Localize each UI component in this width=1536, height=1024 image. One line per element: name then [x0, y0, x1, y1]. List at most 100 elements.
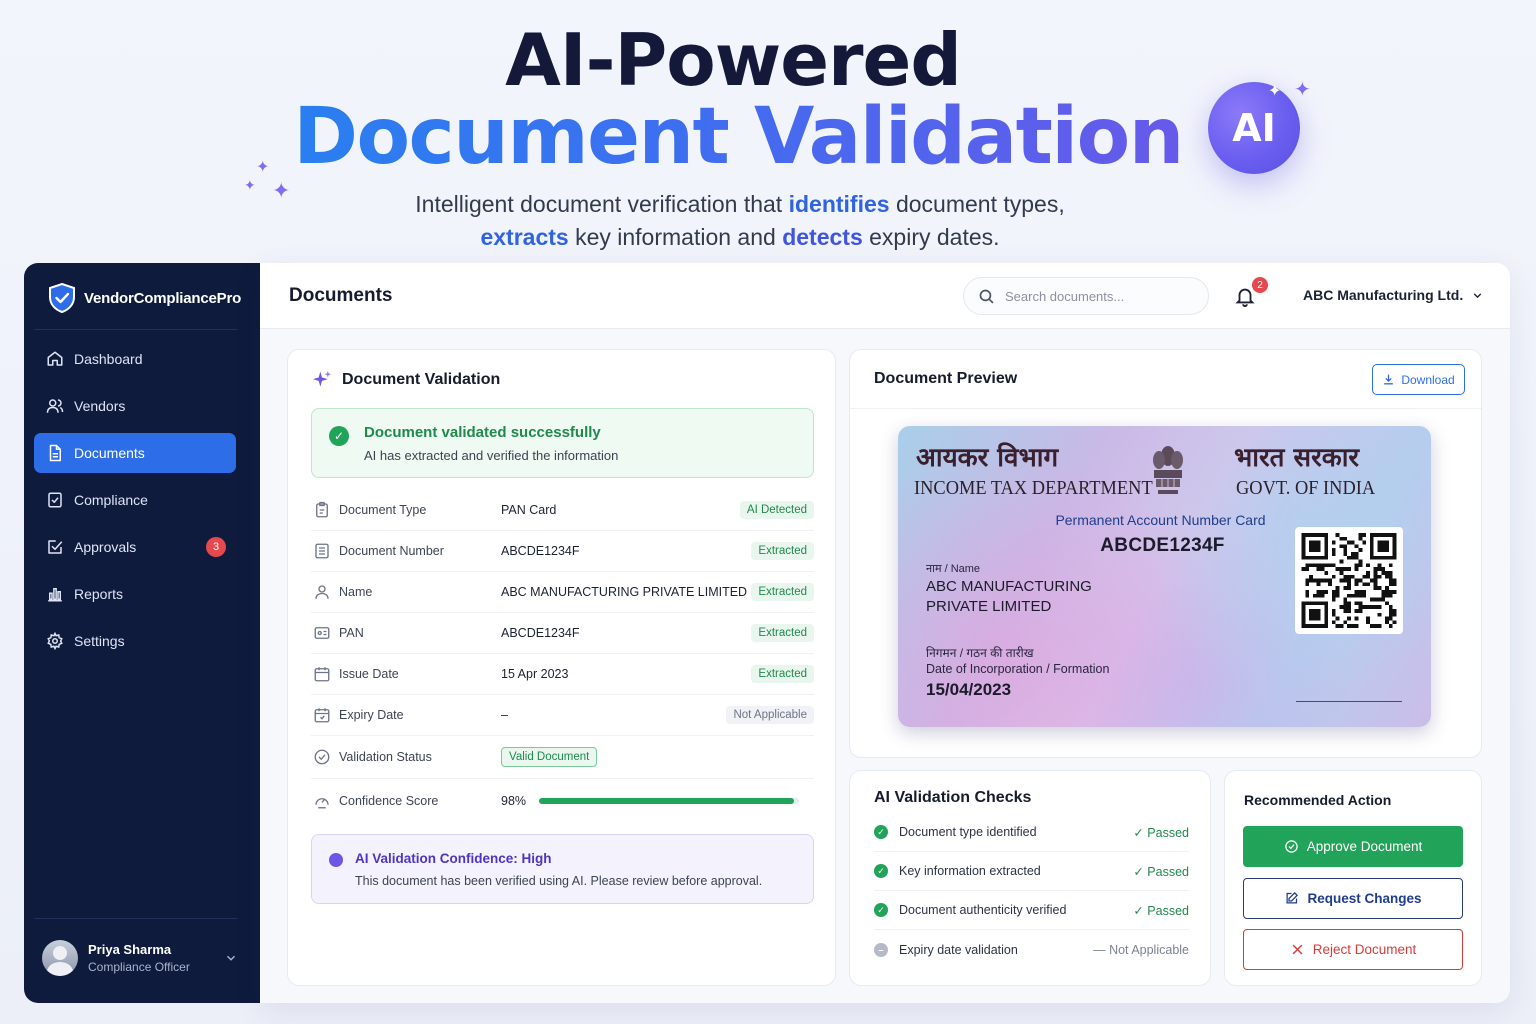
- list-icon: [315, 543, 329, 559]
- pan-dept-hindi: आयकर विभाग: [916, 443, 1059, 473]
- sidebar-item-approvals[interactable]: Approvals 3: [34, 527, 236, 567]
- sidebar-item-settings[interactable]: Settings: [34, 621, 236, 661]
- approvals-icon: [48, 540, 63, 554]
- card-title: Document Preview: [874, 370, 1018, 387]
- extracted-tag: Extracted: [751, 542, 814, 560]
- field-label: Document Type: [339, 503, 427, 517]
- check-label: Document authenticity verified: [899, 903, 1067, 917]
- user-role: Compliance Officer: [88, 960, 190, 974]
- sparkle-icon: ✦: [1268, 83, 1282, 100]
- sidebar-item-dashboard[interactable]: Dashboard: [34, 339, 236, 379]
- success-alert: ✓ Document validated successfully AI has…: [311, 408, 814, 478]
- hero-banner: AI-Powered Document Validation Intellige…: [0, 0, 1536, 262]
- extracted-tag: Extracted: [751, 583, 814, 601]
- sidebar-item-label: Dashboard: [74, 351, 143, 367]
- sidebar-item-vendors[interactable]: Vendors: [34, 386, 236, 426]
- hero-highlight: identifies: [788, 191, 890, 217]
- checks-list: ✓ Document type identified ✓ Passed ✓ Ke…: [874, 813, 1189, 969]
- field-label: Issue Date: [339, 667, 399, 681]
- pan-card-subtitle: Permanent Account Number Card: [1055, 512, 1266, 528]
- organization-switcher[interactable]: ABC Manufacturing Ltd.: [1303, 287, 1484, 303]
- ai-confidence-note: AI Validation Confidence: High This docu…: [311, 834, 814, 904]
- hero-highlight: detects: [782, 224, 863, 250]
- compliance-icon: [48, 492, 62, 508]
- list-item: ✓ Document authenticity verified ✓ Passe…: [874, 891, 1189, 930]
- ai-note-title: AI Validation Confidence: High: [355, 851, 552, 866]
- sidebar-item-label: Compliance: [74, 492, 148, 508]
- success-message: AI has extracted and verified the inform…: [364, 448, 619, 463]
- organization-name: ABC Manufacturing Ltd.: [1303, 287, 1464, 303]
- hero-sub-text: key information and: [568, 224, 783, 250]
- check-label: Document type identified: [899, 825, 1037, 839]
- minus-circle-icon: –: [874, 942, 888, 957]
- check-status: ✓ Passed: [1133, 903, 1189, 918]
- sidebar-item-label: Documents: [74, 445, 145, 461]
- field-label: Name: [339, 585, 373, 599]
- field-value: PAN Card: [501, 503, 557, 517]
- chevron-down-icon: [1473, 292, 1482, 298]
- field-row-issue-date: Issue Date 15 Apr 2023 Extracted: [311, 654, 814, 695]
- download-label: Download: [1401, 372, 1455, 387]
- extracted-fields-list: Document Type PAN Card AI Detected Docum…: [311, 490, 814, 822]
- brand[interactable]: VendorCompliancePro: [48, 283, 241, 313]
- field-row-confidence: Confidence Score 98%: [311, 779, 814, 822]
- hero-highlight: extracts: [480, 224, 569, 250]
- home-icon: [47, 351, 63, 366]
- sparkle-icon: [312, 370, 332, 387]
- pan-name-label: नाम / Name: [926, 563, 981, 575]
- card-header: Document Validation: [312, 370, 500, 390]
- hero-sub-text: Intelligent document verification that: [415, 191, 789, 217]
- reject-document-button[interactable]: Reject Document: [1243, 929, 1463, 970]
- document-validation-card: Document Validation ✓ Document validated…: [287, 349, 836, 986]
- sidebar-item-documents[interactable]: Documents: [34, 433, 236, 473]
- document-preview-card: Document Preview Download आयकर विभाग INC…: [849, 349, 1482, 758]
- list-item: ✓ Document type identified ✓ Passed: [874, 813, 1189, 852]
- card-title: Document Validation: [342, 371, 501, 388]
- search-input[interactable]: [1005, 288, 1185, 304]
- pan-name-line-1: ABC MANUFACTURING: [926, 578, 1092, 595]
- recommended-action-card: Recommended Action Approve Document Requ…: [1224, 770, 1482, 986]
- check-badge-icon: [1284, 840, 1298, 853]
- extracted-tag: Extracted: [751, 624, 814, 642]
- users-icon: [46, 399, 64, 413]
- list-item: ✓ Key information extracted ✓ Passed: [874, 852, 1189, 891]
- pan-date: 15/04/2023: [926, 680, 1012, 699]
- user-profile-menu[interactable]: Priya Sharma Compliance Officer: [42, 940, 238, 976]
- request-changes-label: Request Changes: [1307, 891, 1422, 906]
- field-row-validation-status: Validation Status Valid Document: [311, 736, 814, 779]
- field-label: PAN: [339, 626, 364, 640]
- brand-name: VendorCompliancePro: [84, 289, 242, 307]
- pan-card-image: आयकर विभाग INCOME TAX DEPARTMENT भारत सर…: [898, 426, 1431, 727]
- sidebar-item-label: Vendors: [74, 398, 126, 414]
- check-circle-icon: ✓: [874, 825, 888, 839]
- search-box[interactable]: [963, 277, 1209, 315]
- clipboard-icon: [316, 501, 328, 518]
- national-emblem-icon: [1153, 446, 1183, 494]
- check-circle-icon: ✓: [874, 903, 888, 917]
- pan-govt-hindi: भारत सरकार: [1234, 443, 1360, 473]
- extracted-tag: Extracted: [751, 665, 814, 683]
- approve-document-button[interactable]: Approve Document: [1243, 826, 1463, 867]
- sparkle-icon: ✦: [272, 178, 291, 203]
- list-item: – Expiry date validation — Not Applicabl…: [874, 930, 1189, 969]
- close-icon: [1292, 944, 1303, 955]
- signature-line: [1296, 701, 1402, 702]
- top-bar: Documents 2 ABC Manufacturing Ltd.: [260, 263, 1510, 329]
- calendar-icon: [314, 667, 330, 682]
- sidebar-item-compliance[interactable]: Compliance: [34, 480, 236, 520]
- confidence-progress-bar: [539, 797, 799, 804]
- divider: [34, 329, 238, 330]
- shield-icon: [49, 283, 75, 313]
- check-circle-icon: ✓: [874, 864, 888, 878]
- request-changes-button[interactable]: Request Changes: [1243, 878, 1463, 919]
- sidebar-item-reports[interactable]: Reports: [34, 574, 236, 614]
- ai-validation-checks-card: AI Validation Checks ✓ Document type ide…: [849, 770, 1211, 986]
- download-button[interactable]: Download: [1372, 364, 1465, 395]
- sidebar-item-label: Approvals: [74, 539, 137, 555]
- field-value: –: [501, 708, 508, 722]
- hero-sub-text: document types,: [889, 191, 1065, 217]
- field-row-pan: PAN ABCDE1234F Extracted: [311, 613, 814, 654]
- divider: [34, 918, 238, 919]
- check-circle-outline-icon: [314, 749, 330, 765]
- confidence-score-value: 98%: [501, 793, 527, 808]
